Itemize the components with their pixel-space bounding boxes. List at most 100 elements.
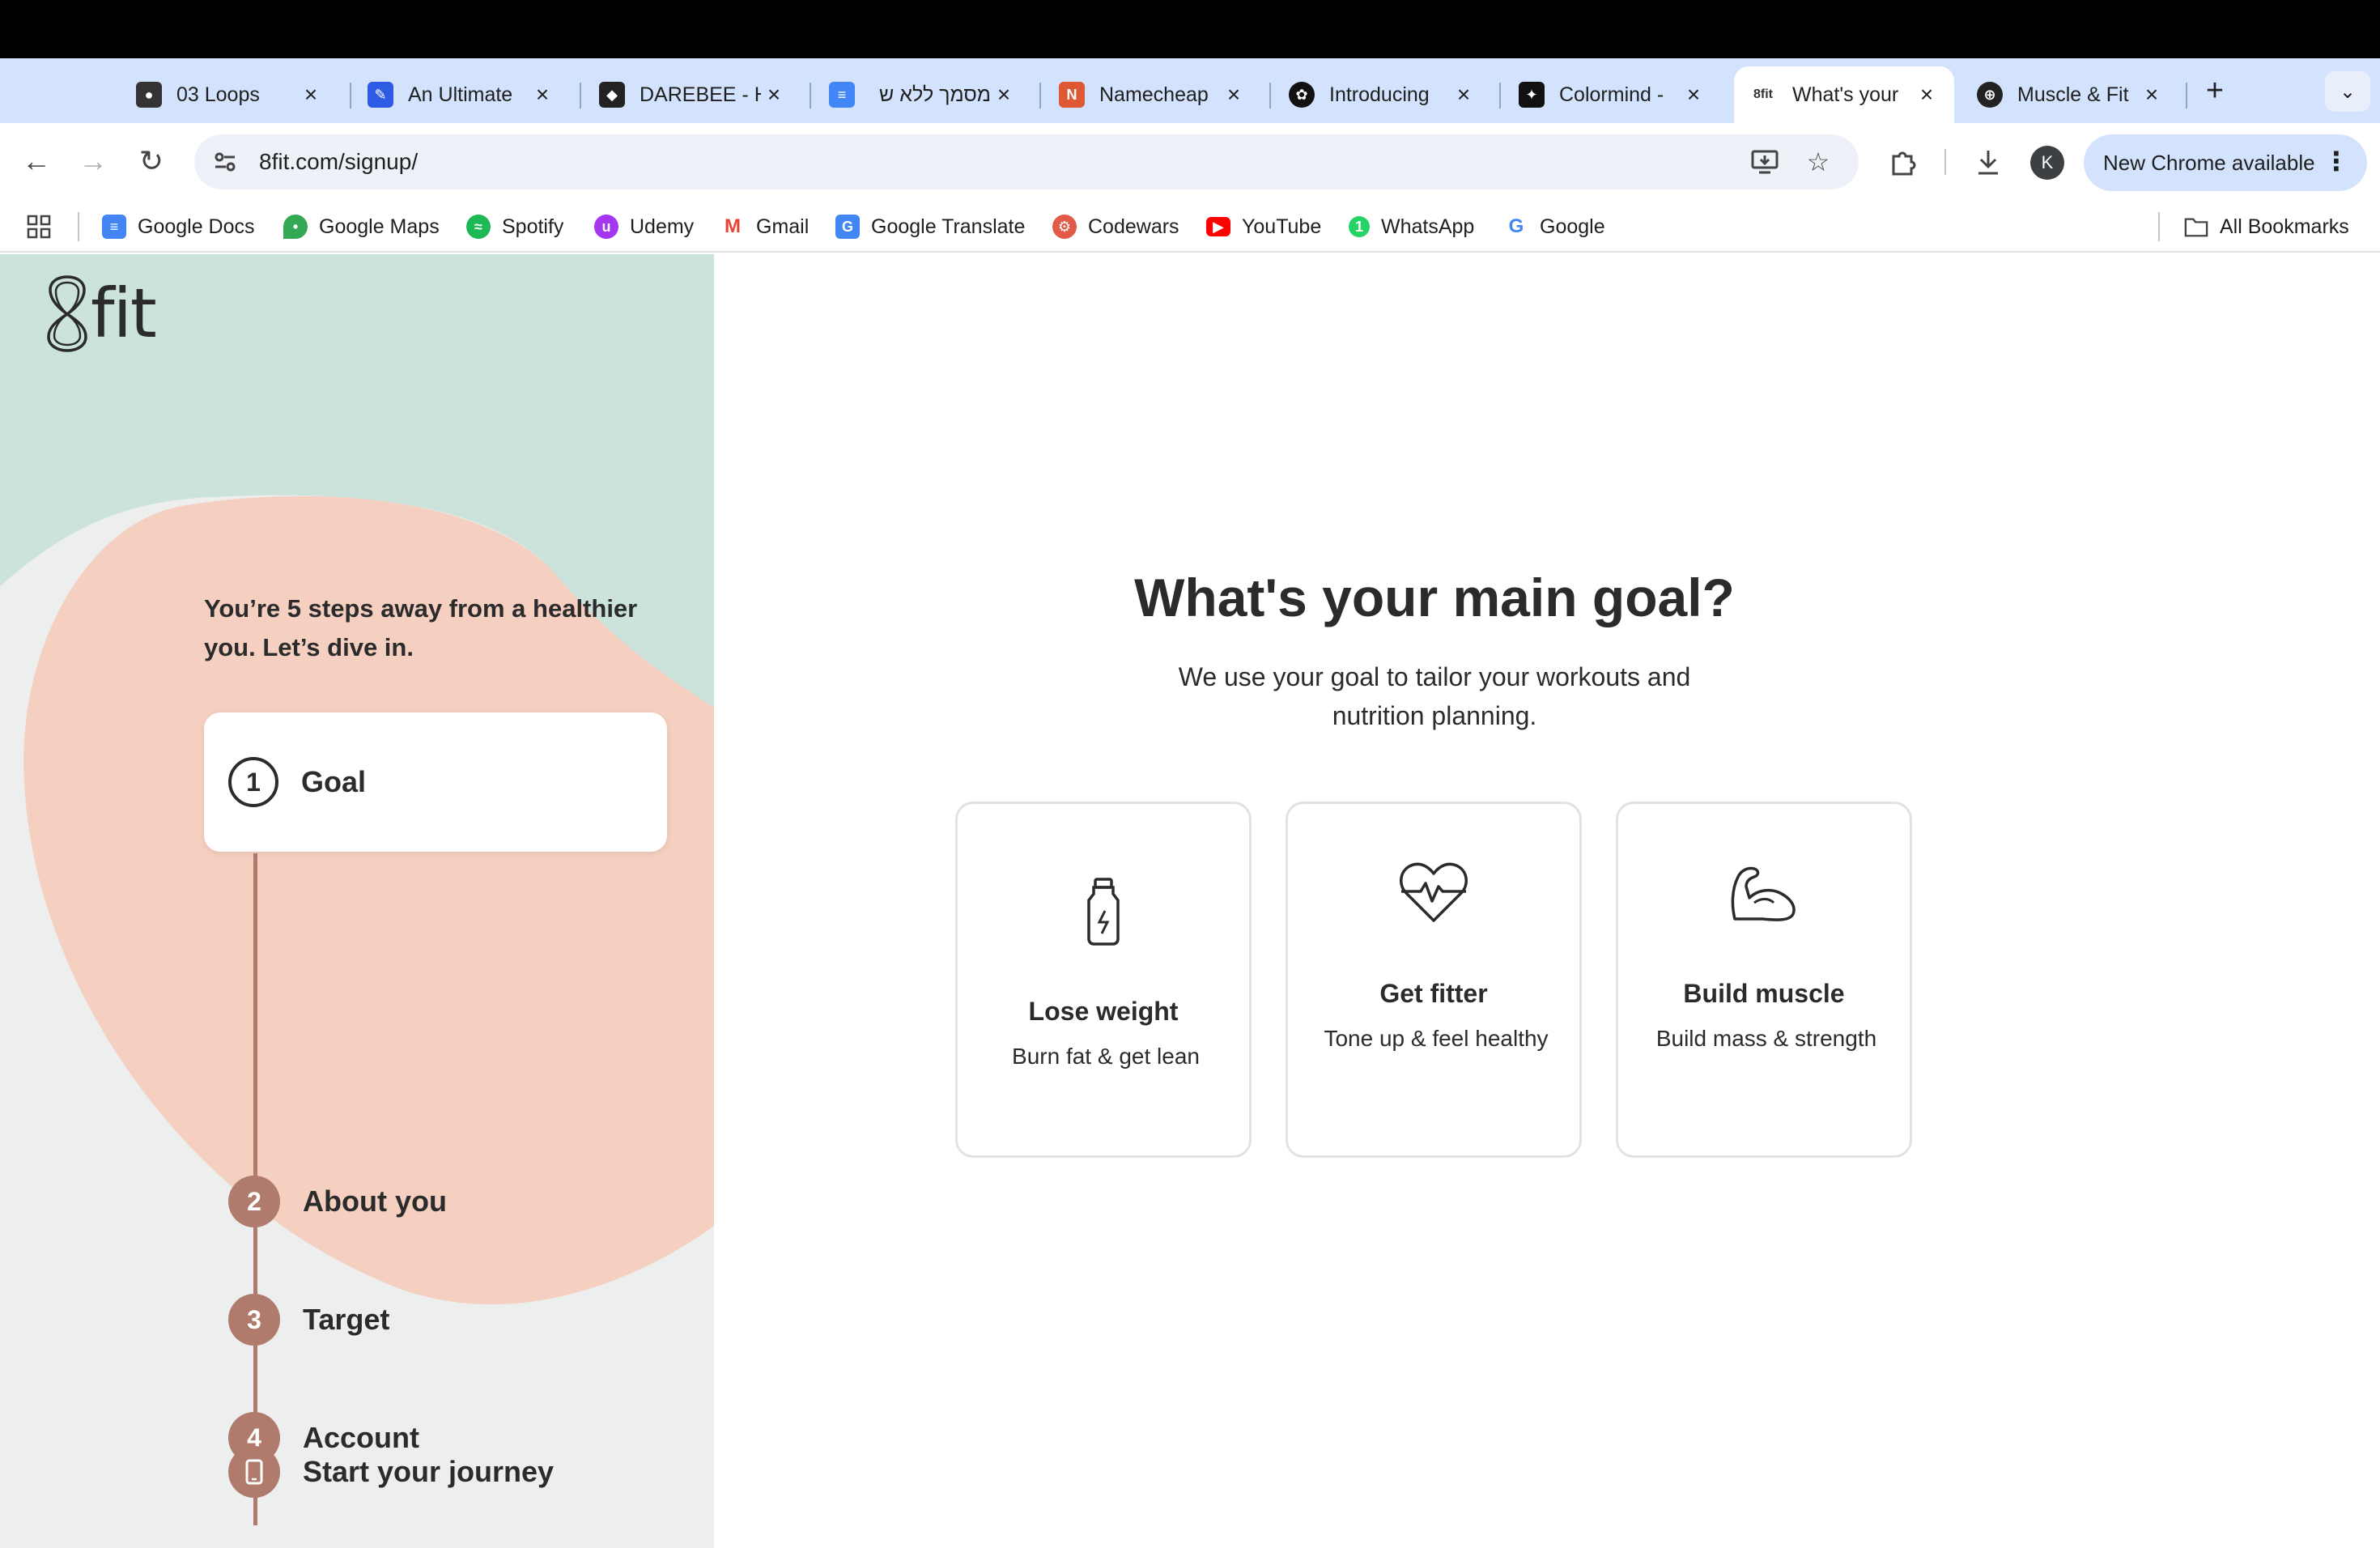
- close-icon[interactable]: ×: [529, 82, 555, 108]
- bookmark-label: WhatsApp: [1381, 215, 1475, 238]
- option-description: Tone up & feel healthy: [1324, 1026, 1549, 1051]
- bookmark-label: Google: [1540, 215, 1605, 238]
- google-translate-icon: G: [835, 215, 860, 239]
- tab-separator: [580, 83, 581, 108]
- back-button[interactable]: ←: [16, 141, 57, 181]
- profile-avatar[interactable]: K: [2030, 146, 2064, 180]
- close-icon[interactable]: ×: [298, 82, 324, 108]
- apps-grid-icon[interactable]: [26, 211, 52, 243]
- tab-namecheap[interactable]: N Namecheap ×: [1044, 66, 1261, 123]
- close-icon[interactable]: ×: [1914, 82, 1940, 108]
- background-shapes: [0, 254, 714, 1305]
- update-chrome-button[interactable]: New Chrome available ⋮: [2084, 134, 2367, 191]
- close-icon[interactable]: ×: [1681, 82, 1706, 108]
- tab-separator: [350, 83, 351, 108]
- tab-title: Namecheap: [1099, 83, 1209, 106]
- bookmark-spotify[interactable]: ≈ Spotify: [466, 211, 563, 243]
- option-build-muscle[interactable]: Build muscle Build mass & strength: [1616, 802, 1912, 1158]
- all-bookmarks-label: All Bookmarks: [2220, 215, 2349, 238]
- gmail-icon: M: [720, 215, 745, 239]
- all-bookmarks-button[interactable]: All Bookmarks: [2184, 211, 2349, 243]
- site-info-icon[interactable]: [209, 146, 241, 178]
- google-docs-icon: ≡: [102, 215, 126, 239]
- bookmark-gmail[interactable]: M Gmail: [720, 211, 809, 243]
- step-label: Start your journey: [303, 1455, 555, 1488]
- forward-button[interactable]: →: [73, 141, 113, 181]
- tab-muscle-fit[interactable]: ⊕ Muscle & Fit ×: [1962, 66, 2179, 123]
- google-docs-icon: ≡: [829, 82, 855, 108]
- close-icon[interactable]: ×: [761, 82, 787, 108]
- url-text[interactable]: 8fit.com/signup/: [259, 149, 418, 175]
- tab-03-loops[interactable]: ● 03 Loops ×: [121, 66, 338, 123]
- bookmark-codewars[interactable]: ⚙ Codewars: [1052, 211, 1179, 243]
- tab-whats-your[interactable]: 8fit What's your ×: [1734, 66, 1954, 123]
- tab-title: DAREBEE - H: [640, 83, 761, 106]
- tab-title: Colormind -: [1559, 83, 1664, 106]
- option-lose-weight[interactable]: Lose weight Burn fat & get lean: [955, 802, 1252, 1158]
- address-bar[interactable]: 8fit.com/signup/ ☆: [194, 134, 1859, 189]
- close-icon[interactable]: ×: [991, 82, 1017, 108]
- step-label: Goal: [301, 765, 367, 798]
- bookmark-google-maps[interactable]: • Google Maps: [283, 211, 440, 243]
- browser-toolbar: ← → ↻ 8fit.com/signup/ ☆: [0, 123, 2380, 201]
- step-number: 2: [228, 1176, 280, 1227]
- option-get-fitter[interactable]: Get fitter Tone up & feel healthy: [1286, 802, 1582, 1158]
- bookmark-google-translate[interactable]: G Google Translate: [835, 211, 1025, 243]
- tab-separator: [1039, 83, 1041, 108]
- tab-darebee[interactable]: ◆ DAREBEE - H ×: [584, 66, 801, 123]
- bookmark-label: Udemy: [630, 215, 695, 238]
- 8fit-icon: 8fit: [1749, 82, 1778, 108]
- steps-sidebar: fit You’re 5 steps away from a healthier…: [0, 254, 714, 1548]
- bookmark-divider: [2158, 212, 2160, 241]
- reload-button[interactable]: ↻: [131, 141, 172, 181]
- option-title: Get fitter: [1379, 979, 1488, 1008]
- step-start-journey: Start your journey: [228, 1446, 554, 1498]
- tab-separator: [1269, 83, 1271, 108]
- install-app-icon[interactable]: [1749, 146, 1781, 178]
- openai-icon: ✿: [1289, 82, 1315, 108]
- bookmark-google[interactable]: G Google: [1504, 211, 1605, 243]
- option-description: Burn fat & get lean: [1012, 1044, 1200, 1069]
- flexed-arm-icon: [1618, 865, 1910, 922]
- close-icon[interactable]: ×: [2139, 82, 2165, 108]
- update-chrome-label: New Chrome available: [2103, 150, 2315, 175]
- bookmark-udemy[interactable]: u Udemy: [594, 211, 694, 243]
- close-icon[interactable]: ×: [1221, 82, 1247, 108]
- tab-title: What's your: [1792, 83, 1899, 106]
- tab-separator: [2186, 83, 2187, 108]
- person-photo-icon: ●: [136, 82, 162, 108]
- bookmark-label: Codewars: [1088, 215, 1179, 238]
- close-icon[interactable]: ×: [1451, 82, 1477, 108]
- figure-eight-icon: [47, 275, 87, 352]
- tab-separator: [810, 83, 811, 108]
- tab-ultimate[interactable]: ✎ An Ultimate ×: [353, 66, 570, 123]
- bookmark-whatsapp[interactable]: 1 WhatsApp: [1349, 211, 1474, 243]
- new-tab-button[interactable]: +: [2197, 73, 2233, 108]
- youtube-icon: ▶: [1206, 217, 1230, 236]
- bookmark-star-icon[interactable]: ☆: [1802, 146, 1834, 178]
- phone-icon: [228, 1446, 280, 1498]
- spotify-icon: ≈: [466, 215, 491, 239]
- namecheap-icon: N: [1059, 82, 1085, 108]
- bookmark-label: Gmail: [756, 215, 810, 238]
- extensions-icon[interactable]: [1883, 142, 1922, 181]
- 8fit-logo[interactable]: fit: [45, 274, 157, 353]
- option-description: Build mass & strength: [1655, 1026, 1877, 1051]
- google-maps-icon: •: [283, 215, 308, 239]
- bookmark-google-docs[interactable]: ≡ Google Docs: [102, 211, 255, 243]
- tab-title: Muscle & Fit: [2017, 83, 2129, 106]
- tab-introducing[interactable]: ✿ Introducing ×: [1274, 66, 1491, 123]
- tab-colormind[interactable]: ✦ Colormind - ×: [1504, 66, 1721, 123]
- tab-untitled-doc[interactable]: ≡ מסמך ללא ש ×: [814, 66, 1031, 123]
- bookmark-label: Spotify: [502, 215, 564, 238]
- darebee-icon: ◆: [599, 82, 625, 108]
- bookmark-youtube[interactable]: ▶ YouTube: [1206, 211, 1321, 243]
- tab-title: An Ultimate: [408, 83, 513, 106]
- step-label: Target: [303, 1303, 390, 1336]
- step-goal-current[interactable]: 1 Goal: [204, 712, 667, 852]
- option-title: Lose weight: [1028, 997, 1179, 1026]
- tab-search-button[interactable]: ⌄: [2325, 71, 2370, 112]
- page-title: What's your main goal?: [1134, 568, 1735, 627]
- more-menu-icon[interactable]: ⋮: [2323, 146, 2349, 176]
- downloads-icon[interactable]: [1969, 142, 2008, 181]
